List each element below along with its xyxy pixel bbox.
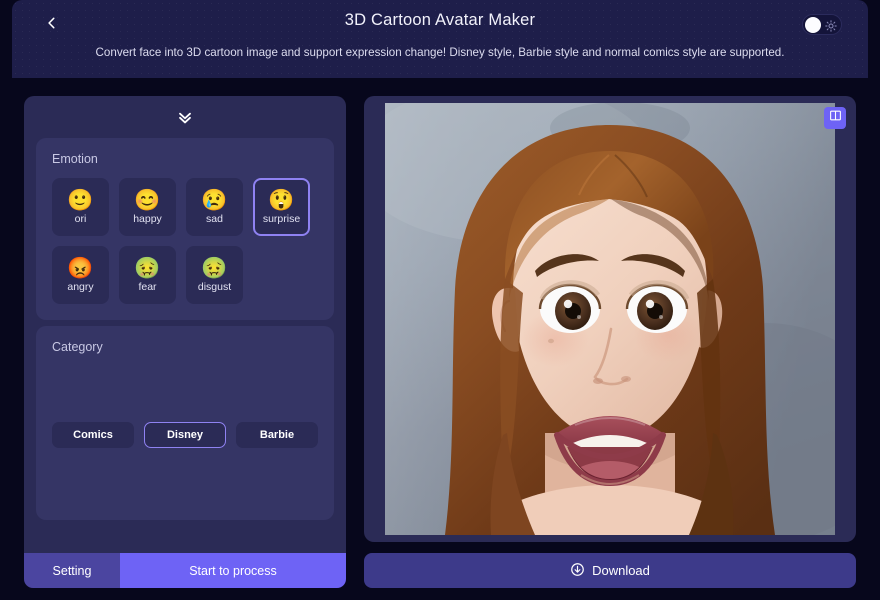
compare-toggle-button[interactable]: [824, 107, 846, 129]
emotion-option-happy[interactable]: 😊 happy: [119, 178, 176, 236]
emotion-option-label: angry: [67, 281, 94, 293]
category-option-barbie[interactable]: Barbie: [236, 422, 318, 448]
setting-button[interactable]: Setting: [24, 553, 120, 588]
emotion-option-ori[interactable]: 🙂 ori: [52, 178, 109, 236]
app-root: 3D Cartoon Avatar Maker Convert face int…: [0, 0, 880, 600]
emotion-card: Emotion 🙂 ori 😊 happy 😢 sad 😲 surprise 😡…: [36, 138, 334, 320]
emoji-nauseated-icon: 🤢: [134, 257, 161, 280]
chevron-left-icon: [45, 16, 59, 30]
toggle-knob: [805, 16, 821, 33]
app-header: 3D Cartoon Avatar Maker Convert face int…: [12, 0, 868, 78]
emotion-option-label: happy: [133, 213, 162, 225]
emotion-option-sad[interactable]: 😢 sad: [186, 178, 243, 236]
category-card: Category Comics Disney Barbie: [36, 326, 334, 520]
category-card-title: Category: [52, 340, 103, 354]
category-option-disney[interactable]: Disney: [144, 422, 226, 448]
download-circle-icon: [570, 562, 585, 580]
emoji-nauseated-icon: 🤢: [201, 257, 228, 280]
back-button[interactable]: [38, 9, 66, 37]
category-option-comics[interactable]: Comics: [52, 422, 134, 448]
emotion-option-label: surprise: [262, 213, 301, 225]
theme-toggle[interactable]: [802, 14, 842, 35]
emotion-option-label: ori: [74, 213, 87, 225]
emoji-angry-icon: 😡: [67, 257, 94, 280]
emotion-option-label: fear: [138, 281, 157, 293]
emotion-option-fear[interactable]: 🤢 fear: [119, 246, 176, 304]
download-button-label: Download: [592, 563, 650, 578]
avatar-preview-image[interactable]: [385, 103, 835, 535]
cartoon-avatar-illustration: [385, 103, 835, 535]
download-button[interactable]: Download: [364, 553, 856, 588]
emotion-option-label: sad: [206, 213, 223, 225]
emoji-smiling-icon: 😊: [134, 189, 161, 212]
split-compare-icon: [829, 109, 842, 127]
page-subtitle: Convert face into 3D cartoon image and s…: [95, 46, 785, 59]
settings-sidebar: Emotion 🙂 ori 😊 happy 😢 sad 😲 surprise 😡…: [24, 96, 346, 553]
emotion-option-label: disgust: [197, 281, 232, 293]
emotion-option-surprise[interactable]: 😲 surprise: [253, 178, 310, 236]
start-to-process-button[interactable]: Start to process: [120, 553, 346, 588]
category-option-group: Comics Disney Barbie: [52, 422, 318, 448]
emoji-slightly-smiling-icon: 🙂: [67, 189, 94, 212]
emotion-card-title: Emotion: [52, 152, 98, 166]
page-title: 3D Cartoon Avatar Maker: [344, 11, 536, 29]
sidebar-action-bar: Setting Start to process: [24, 553, 346, 588]
emoji-crying-icon: 😢: [201, 189, 228, 212]
emoji-astonished-icon: 😲: [268, 189, 295, 212]
emotion-option-angry[interactable]: 😡 angry: [52, 246, 109, 304]
preview-panel: [364, 96, 856, 542]
emotion-option-grid: 🙂 ori 😊 happy 😢 sad 😲 surprise 😡 angry 🤢…: [52, 178, 318, 304]
emotion-option-disgust[interactable]: 🤢 disgust: [186, 246, 243, 304]
collapse-panel-button[interactable]: [36, 106, 334, 132]
sun-icon: [825, 19, 837, 32]
double-chevron-down-icon: [175, 107, 195, 132]
